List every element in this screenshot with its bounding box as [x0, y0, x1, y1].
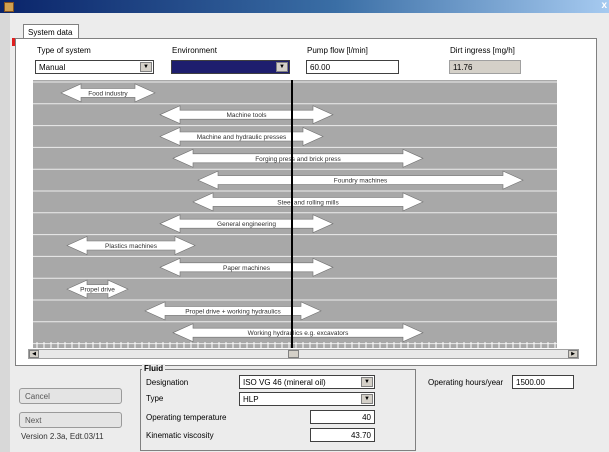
chevron-down-icon[interactable]: ▼ — [361, 394, 373, 404]
type-select[interactable]: HLP ▼ — [239, 392, 375, 406]
next-button[interactable]: Next — [19, 412, 122, 428]
chevron-down-icon[interactable]: ▼ — [140, 62, 152, 72]
dirt-ingress-value: 11.76 — [453, 62, 473, 72]
system-type-label: Type of system — [37, 46, 91, 55]
application-chart: Food industry Machine tools Machine and hy… — [33, 80, 557, 348]
pump-flow-label: Pump flow [l/min] — [307, 46, 368, 55]
system-type-value: Manual — [39, 62, 66, 72]
operating-temperature-input[interactable]: 40 — [310, 410, 375, 424]
operating-hours-label: Operating hours/year — [428, 378, 504, 387]
kinematic-viscosity-label: Kinematic viscosity — [146, 431, 214, 440]
operating-temperature-label: Operating temperature — [146, 413, 227, 422]
application-chart-svg: Food industry Machine tools Machine and hy… — [33, 80, 557, 348]
cancel-button-label: Cancel — [25, 391, 50, 401]
chevron-down-icon[interactable]: ▼ — [361, 377, 373, 387]
pump-flow-input[interactable]: 60.00 — [306, 60, 399, 74]
range-arrow-label: Plastics machines — [105, 243, 158, 250]
app-icon — [4, 2, 14, 12]
next-button-label: Next — [25, 415, 42, 425]
close-icon[interactable]: x — [601, 0, 607, 11]
range-arrow-label: Machine and hydraulic presses — [197, 134, 287, 141]
triangle-right-icon[interactable]: ▶ — [568, 350, 578, 358]
type-value: HLP — [243, 394, 259, 404]
range-arrow-label: Food industry — [88, 90, 128, 97]
cancel-button[interactable]: Cancel — [19, 388, 122, 404]
kinematic-viscosity-value: 43.70 — [350, 430, 371, 440]
range-arrow-label: Working hydraulics e.g. excavators — [248, 330, 349, 337]
type-label: Type — [146, 394, 164, 403]
range-arrow-label: Forging press and brick press — [255, 156, 341, 163]
operating-hours-input[interactable]: 1500.00 — [512, 375, 574, 389]
fluid-group-title: Fluid — [142, 364, 166, 373]
horizontal-scrollbar[interactable]: ◀ ▶ — [28, 349, 579, 359]
system-type-select[interactable]: Manual ▼ — [35, 60, 154, 74]
operating-hours-value: 1500.00 — [516, 377, 545, 387]
designation-label: Designation — [146, 378, 189, 387]
dirt-ingress-field: 11.76 — [449, 60, 521, 74]
range-arrow-label: Propel drive — [80, 287, 115, 294]
scroll-thumb[interactable] — [288, 350, 299, 358]
chevron-down-icon[interactable]: ▼ — [276, 62, 288, 72]
range-arrow-label: Paper machines — [223, 265, 271, 272]
pump-flow-value: 60.00 — [310, 62, 331, 72]
title-bar — [0, 0, 609, 13]
range-arrow-label: Foundry machines — [334, 178, 388, 185]
kinematic-viscosity-input[interactable]: 43.70 — [310, 428, 375, 442]
environment-label: Environment — [172, 46, 217, 55]
designation-select[interactable]: ISO VG 46 (mineral oil) ▼ — [239, 375, 375, 389]
operating-temperature-value: 40 — [362, 412, 371, 422]
tab-label: System data — [28, 27, 73, 37]
range-arrow-label: Steel and rolling mills — [277, 199, 339, 206]
environment-select[interactable]: ▼ — [171, 60, 290, 74]
tab-system-data[interactable]: System data — [23, 24, 79, 39]
range-arrow-label: Propel drive + working hydraulics — [185, 308, 281, 315]
range-arrow-label: General engineering — [217, 221, 276, 228]
range-arrow-label: Machine tools — [226, 112, 267, 119]
dirt-ingress-label: Dirt ingress [mg/h] — [450, 46, 515, 55]
triangle-left-icon[interactable]: ◀ — [29, 350, 39, 358]
designation-value: ISO VG 46 (mineral oil) — [243, 377, 326, 387]
left-strip — [0, 13, 10, 452]
version-text: Version 2.3a, Edt.03/11 — [21, 432, 104, 441]
